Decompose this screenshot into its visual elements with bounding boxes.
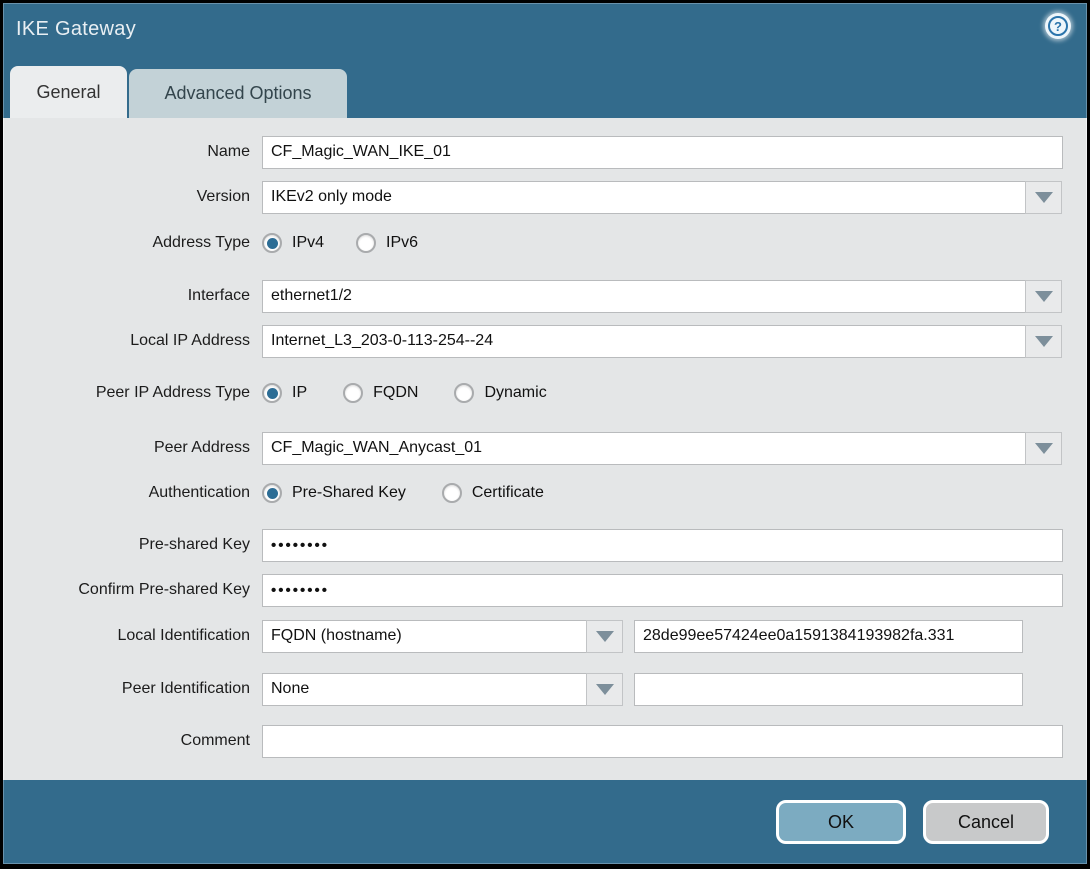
address-type-row: Address Type IPv4 IPv6 <box>4 226 1086 260</box>
chevron-down-icon <box>595 630 614 642</box>
confirm-preshared-key-label: Confirm Pre-shared Key <box>78 581 250 598</box>
radio-peer-ip-label: IP <box>292 384 308 401</box>
radio-ipv6-icon <box>356 233 377 253</box>
radio-certificate[interactable]: Certificate <box>441 483 544 503</box>
local-ip-input[interactable] <box>262 324 1025 358</box>
chevron-down-icon <box>595 683 614 695</box>
name-row: Name <box>4 135 1086 169</box>
name-input[interactable] <box>262 135 1063 169</box>
confirm-preshared-key-input[interactable] <box>262 573 1063 607</box>
interface-input[interactable] <box>262 279 1025 313</box>
local-identification-type-dropdown <box>262 619 623 653</box>
interface-dropdown-button[interactable] <box>1025 279 1062 313</box>
radio-peer-ip[interactable]: IP <box>262 383 307 403</box>
local-identification-label: Local Identification <box>117 627 250 644</box>
version-label: Version <box>196 188 250 205</box>
question-mark-icon: ? <box>1048 16 1068 36</box>
radio-peer-fqdn-label: FQDN <box>373 384 419 401</box>
local-ip-label: Local IP Address <box>130 332 250 349</box>
radio-ipv4-icon <box>262 233 282 253</box>
version-dropdown-button[interactable] <box>1025 180 1062 214</box>
peer-identification-label: Peer Identification <box>121 680 250 697</box>
local-ip-dropdown <box>262 324 1062 358</box>
radio-peer-dynamic-icon <box>454 383 475 403</box>
peer-address-label: Peer Address <box>153 439 250 456</box>
general-tab-panel: Name Version Address Type <box>3 118 1087 780</box>
cancel-button[interactable]: Cancel <box>923 800 1049 844</box>
radio-peer-dynamic[interactable]: Dynamic <box>454 383 547 403</box>
dialog-header: IKE Gateway ? General Advanced Options <box>3 3 1087 118</box>
radio-certificate-icon <box>441 483 462 503</box>
radio-peer-dynamic-label: Dynamic <box>484 384 547 401</box>
screen: IKE Gateway ? General Advanced Options N… <box>0 0 1090 869</box>
interface-row: Interface <box>4 279 1086 313</box>
comment-row: Comment <box>4 724 1086 758</box>
peer-identification-type-input[interactable] <box>262 672 586 706</box>
tab-general[interactable]: General <box>10 66 127 118</box>
authentication-label: Authentication <box>148 484 250 501</box>
peer-address-dropdown <box>262 431 1062 465</box>
tab-advanced-options[interactable]: Advanced Options <box>129 69 347 118</box>
radio-ipv4[interactable]: IPv4 <box>262 233 324 253</box>
local-identification-type-input[interactable] <box>262 619 586 653</box>
address-type-label: Address Type <box>152 234 250 251</box>
peer-type-row: Peer IP Address Type IP FQDN Dynamic <box>4 376 1086 410</box>
preshared-key-label: Pre-shared Key <box>138 536 250 553</box>
name-label: Name <box>207 143 250 160</box>
preshared-key-row: Pre-shared Key <box>4 528 1086 562</box>
dialog-footer: OK Cancel <box>3 780 1087 864</box>
peer-address-row: Peer Address <box>4 431 1086 465</box>
radio-preshared-key-icon <box>262 483 282 503</box>
help-button[interactable]: ? <box>1045 13 1071 39</box>
local-identification-value-input[interactable] <box>634 619 1023 653</box>
ok-button[interactable]: OK <box>776 800 906 844</box>
peer-type-label: Peer IP Address Type <box>95 384 250 401</box>
radio-ipv6-label: IPv6 <box>386 234 419 251</box>
peer-address-dropdown-button[interactable] <box>1025 431 1062 465</box>
version-row: Version <box>4 180 1086 214</box>
radio-peer-fqdn-icon <box>343 383 364 403</box>
authentication-row: Authentication Pre-Shared Key Certificat… <box>4 476 1086 510</box>
comment-input[interactable] <box>262 724 1063 758</box>
version-input[interactable] <box>262 180 1025 214</box>
chevron-down-icon <box>1034 442 1053 454</box>
local-ip-dropdown-button[interactable] <box>1025 324 1062 358</box>
comment-label: Comment <box>180 732 250 749</box>
peer-identification-value-input[interactable] <box>634 672 1023 706</box>
radio-ipv4-label: IPv4 <box>292 234 325 251</box>
preshared-key-input[interactable] <box>262 528 1063 562</box>
chevron-down-icon <box>1034 191 1053 203</box>
interface-label: Interface <box>187 287 250 304</box>
radio-peer-fqdn[interactable]: FQDN <box>343 383 418 403</box>
interface-dropdown <box>262 279 1062 313</box>
radio-preshared-key[interactable]: Pre-Shared Key <box>262 483 406 503</box>
local-ip-row: Local IP Address <box>4 324 1086 358</box>
local-identification-row: Local Identification <box>4 619 1086 653</box>
ike-gateway-dialog: IKE Gateway ? General Advanced Options N… <box>3 3 1087 864</box>
peer-identification-type-dropdown <box>262 672 623 706</box>
tab-bar: General Advanced Options <box>10 66 347 118</box>
peer-identification-row: Peer Identification <box>4 672 1086 706</box>
version-dropdown <box>262 180 1062 214</box>
confirm-preshared-key-row: Confirm Pre-shared Key <box>4 573 1086 607</box>
peer-address-input[interactable] <box>262 431 1025 465</box>
peer-identification-dropdown-button[interactable] <box>586 672 623 706</box>
radio-ipv6[interactable]: IPv6 <box>356 233 418 253</box>
dialog-title: IKE Gateway <box>16 18 137 40</box>
chevron-down-icon <box>1034 290 1053 302</box>
radio-certificate-label: Certificate <box>471 484 544 501</box>
radio-preshared-key-label: Pre-Shared Key <box>292 484 406 501</box>
chevron-down-icon <box>1034 335 1053 347</box>
local-identification-dropdown-button[interactable] <box>586 619 623 653</box>
radio-peer-ip-icon <box>262 383 282 403</box>
